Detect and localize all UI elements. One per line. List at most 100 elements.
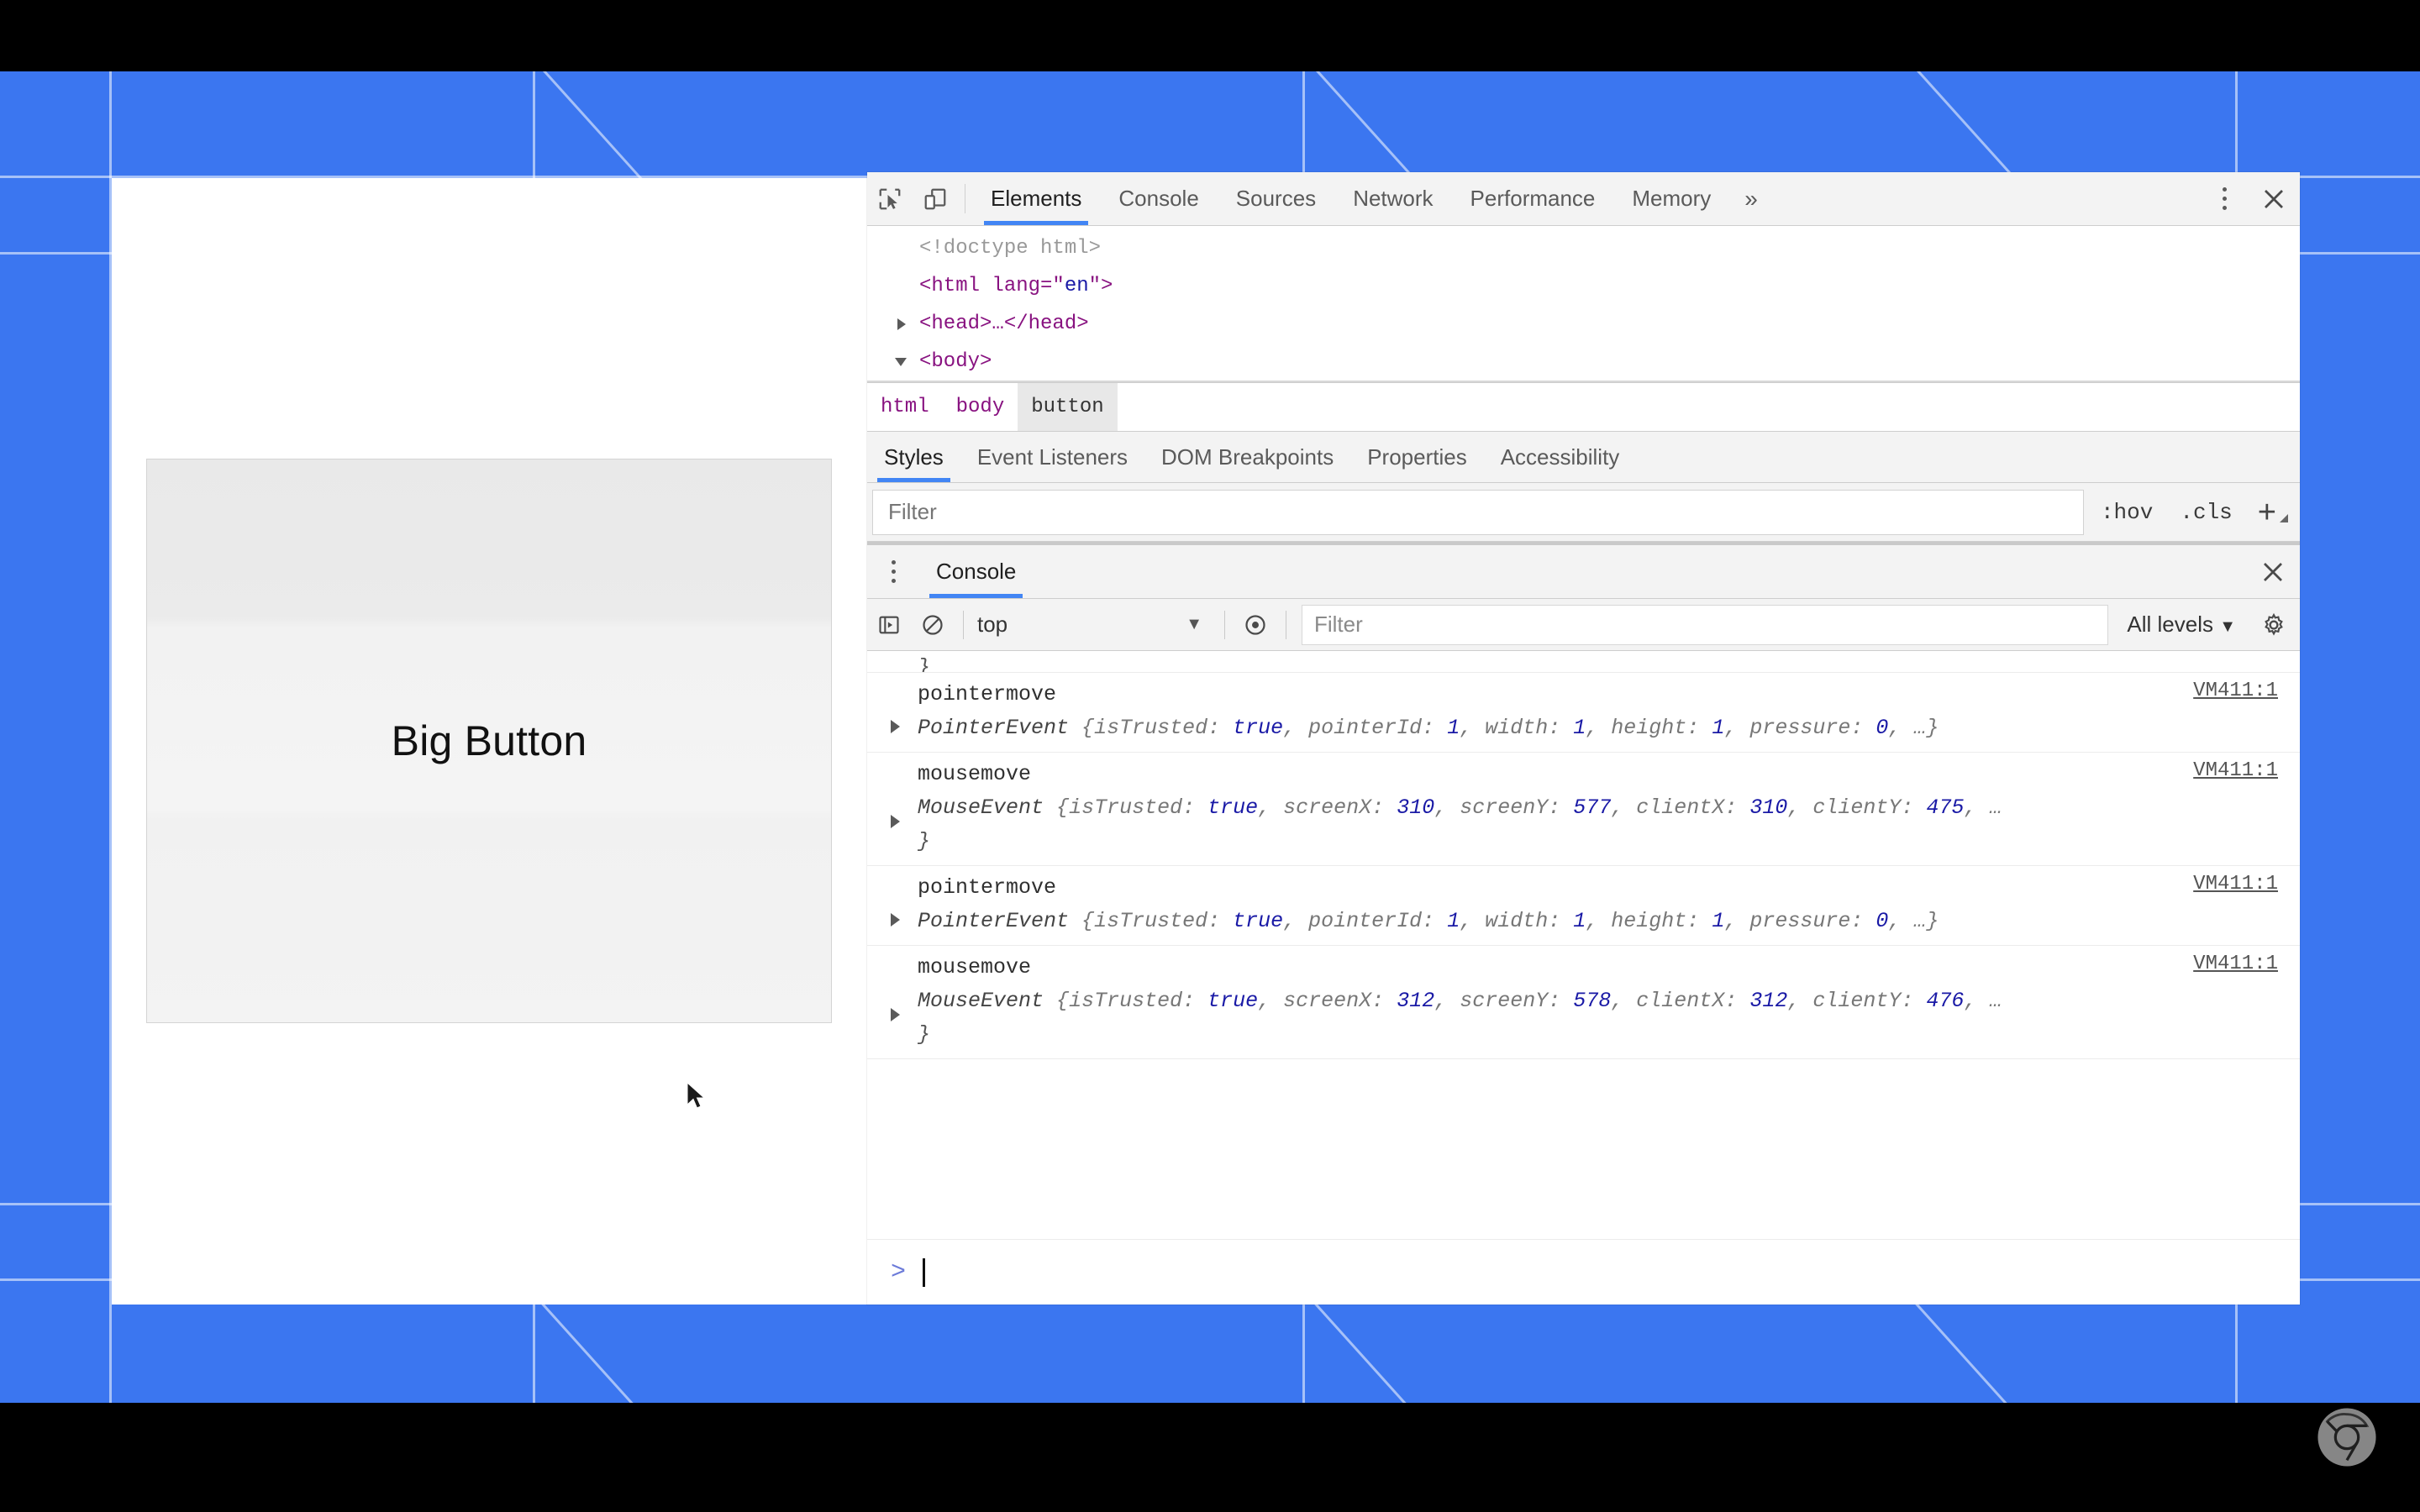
prop-key: pointerId — [1308, 716, 1423, 740]
breadcrumb-item-html[interactable]: html — [867, 383, 943, 431]
plus-icon[interactable]: + — [2246, 496, 2295, 528]
expand-triangle-icon[interactable] — [897, 318, 906, 330]
tab-dom-breakpoints[interactable]: DOM Breakpoints — [1144, 432, 1350, 482]
console-message-wrap: } — [918, 829, 931, 853]
console-context-select[interactable]: top ▼ — [972, 612, 1216, 638]
console-filter-input[interactable]: Filter — [1302, 604, 2109, 645]
tab-network[interactable]: Network — [1334, 172, 1451, 225]
prop-value: 578 — [1573, 989, 1612, 1013]
expand-triangle-icon[interactable] — [891, 720, 900, 733]
console-log-list[interactable]: } pointermove PointerEvent {isTrusted: t… — [867, 651, 2300, 1239]
chevron-down-icon: ▼ — [2219, 617, 2236, 636]
console-message-source[interactable]: VM411:1 — [2193, 873, 2278, 895]
prop-value: 1 — [1712, 909, 1725, 933]
prop-value: 1 — [1573, 909, 1586, 933]
eye-icon[interactable] — [1234, 613, 1277, 637]
more-tabs-icon[interactable]: » — [1729, 172, 1773, 225]
truncation-ellipsis: …} — [1913, 909, 1939, 933]
console-message-detail: PointerEvent {isTrusted: true, pointerId… — [918, 909, 1939, 933]
dom-row-head[interactable]: <head>…</head> — [867, 305, 2300, 343]
console-message-title: mousemove — [918, 762, 1032, 786]
console-message[interactable]: pointermove PointerEvent {isTrusted: tru… — [867, 866, 2300, 946]
gear-icon[interactable] — [2248, 612, 2300, 638]
console-message-source[interactable]: VM411:1 — [2193, 759, 2278, 782]
dom-tree[interactable]: <!doctype html> <html lang="en"> <head>…… — [867, 226, 2300, 382]
prop-key: clientY — [1812, 989, 1902, 1013]
truncation-ellipsis: … — [1989, 989, 2002, 1013]
prop-key: isTrusted — [1069, 795, 1183, 820]
console-message[interactable]: mousemove MouseEvent {isTrusted: true, s… — [867, 946, 2300, 1059]
prop-value: 312 — [1749, 989, 1788, 1013]
dom-row-html[interactable]: <html lang="en"> — [867, 267, 2300, 305]
breadcrumb-item-button[interactable]: button — [1018, 383, 1118, 431]
html-lang-value: en — [1064, 275, 1089, 297]
tab-performance[interactable]: Performance — [1452, 172, 1614, 225]
drawer-tab-console[interactable]: Console — [919, 545, 1033, 598]
close-icon[interactable] — [2248, 186, 2300, 212]
prop-key: isTrusted — [1094, 716, 1208, 740]
console-message[interactable]: mousemove MouseEvent {isTrusted: true, s… — [867, 753, 2300, 866]
console-context-value: top — [977, 612, 1008, 637]
console-message-source[interactable]: VM411:1 — [2193, 953, 2278, 975]
prop-key: pointerId — [1308, 909, 1423, 933]
clear-console-icon[interactable] — [911, 613, 955, 637]
expand-triangle-icon[interactable] — [891, 913, 900, 927]
drawer-more-options-icon[interactable] — [867, 545, 919, 598]
console-message-source[interactable]: VM411:1 — [2193, 680, 2278, 702]
prop-value: 1 — [1712, 716, 1725, 740]
hov-toggle-button[interactable]: :hov — [2087, 500, 2166, 525]
styles-filter-input[interactable]: Filter — [872, 489, 2084, 535]
head-text: <head>…</head> — [919, 312, 1089, 335]
console-partial-brace: } — [918, 655, 931, 673]
cls-toggle-button[interactable]: .cls — [2166, 500, 2245, 525]
more-options-icon[interactable] — [2201, 185, 2248, 213]
tab-sources[interactable]: Sources — [1218, 172, 1334, 225]
console-filter-placeholder: Filter — [1314, 612, 1363, 637]
prop-key: screenY — [1460, 795, 1549, 820]
prop-value: 0 — [1876, 909, 1889, 933]
prop-key: width — [1485, 716, 1549, 740]
expand-triangle-icon[interactable] — [891, 1008, 900, 1021]
console-message-detail: MouseEvent {isTrusted: true, screenX: 31… — [918, 795, 2002, 820]
tab-properties[interactable]: Properties — [1350, 432, 1484, 482]
text-caret — [923, 1257, 926, 1287]
tab-styles[interactable]: Styles — [867, 432, 960, 482]
big-button[interactable]: Big Button — [146, 459, 832, 1023]
prop-value: 1 — [1447, 716, 1460, 740]
mouse-cursor-icon — [687, 1082, 706, 1109]
chrome-logo-icon — [2317, 1408, 2376, 1467]
tab-memory[interactable]: Memory — [1613, 172, 1729, 225]
tab-accessibility[interactable]: Accessibility — [1484, 432, 1637, 482]
truncation-ellipsis: …} — [1913, 716, 1939, 740]
styles-filter-placeholder: Filter — [888, 499, 937, 524]
console-sidebar-icon[interactable] — [867, 613, 911, 637]
event-class: MouseEvent — [918, 989, 1044, 1013]
console-prompt[interactable]: > — [867, 1239, 2300, 1305]
drawer-close-icon[interactable] — [2246, 545, 2300, 598]
inspect-element-icon[interactable] — [867, 172, 913, 225]
styles-sidebar-tabs: Styles Event Listeners DOM Breakpoints P… — [867, 431, 2300, 483]
console-message-title: pointermove — [918, 875, 1057, 900]
console-drawer: Console top ▼ Filter All levels ▼} poin… — [867, 542, 2300, 1305]
collapse-triangle-icon[interactable] — [895, 358, 907, 366]
device-toolbar-icon[interactable] — [913, 172, 958, 225]
tab-console[interactable]: Console — [1100, 172, 1217, 225]
tab-event-listeners[interactable]: Event Listeners — [960, 432, 1144, 482]
dom-row-doctype[interactable]: <!doctype html> — [867, 229, 2300, 267]
devtools-tabbar: Elements Console Sources Network Perform… — [867, 172, 2300, 226]
dom-row-button-open[interactable]: ··· <button> — [867, 381, 2300, 382]
new-style-rule-caret-icon[interactable] — [2280, 513, 2288, 522]
console-message[interactable]: pointermove PointerEvent {isTrusted: tru… — [867, 673, 2300, 753]
breadcrumb-item-body[interactable]: body — [943, 383, 1018, 431]
prop-key: pressure — [1749, 716, 1851, 740]
expand-triangle-icon[interactable] — [891, 815, 900, 828]
console-levels-select[interactable]: All levels ▼ — [2115, 612, 2248, 638]
prop-value: 577 — [1573, 795, 1612, 820]
devtools-tabbar-right — [2193, 172, 2300, 225]
prop-key: isTrusted — [1094, 909, 1208, 933]
dom-row-body[interactable]: <body> — [867, 343, 2300, 381]
console-message-partial[interactable]: } — [867, 651, 2300, 673]
toolbar-divider — [1224, 610, 1225, 639]
prop-key: screenX — [1283, 795, 1372, 820]
tab-elements[interactable]: Elements — [972, 172, 1100, 225]
